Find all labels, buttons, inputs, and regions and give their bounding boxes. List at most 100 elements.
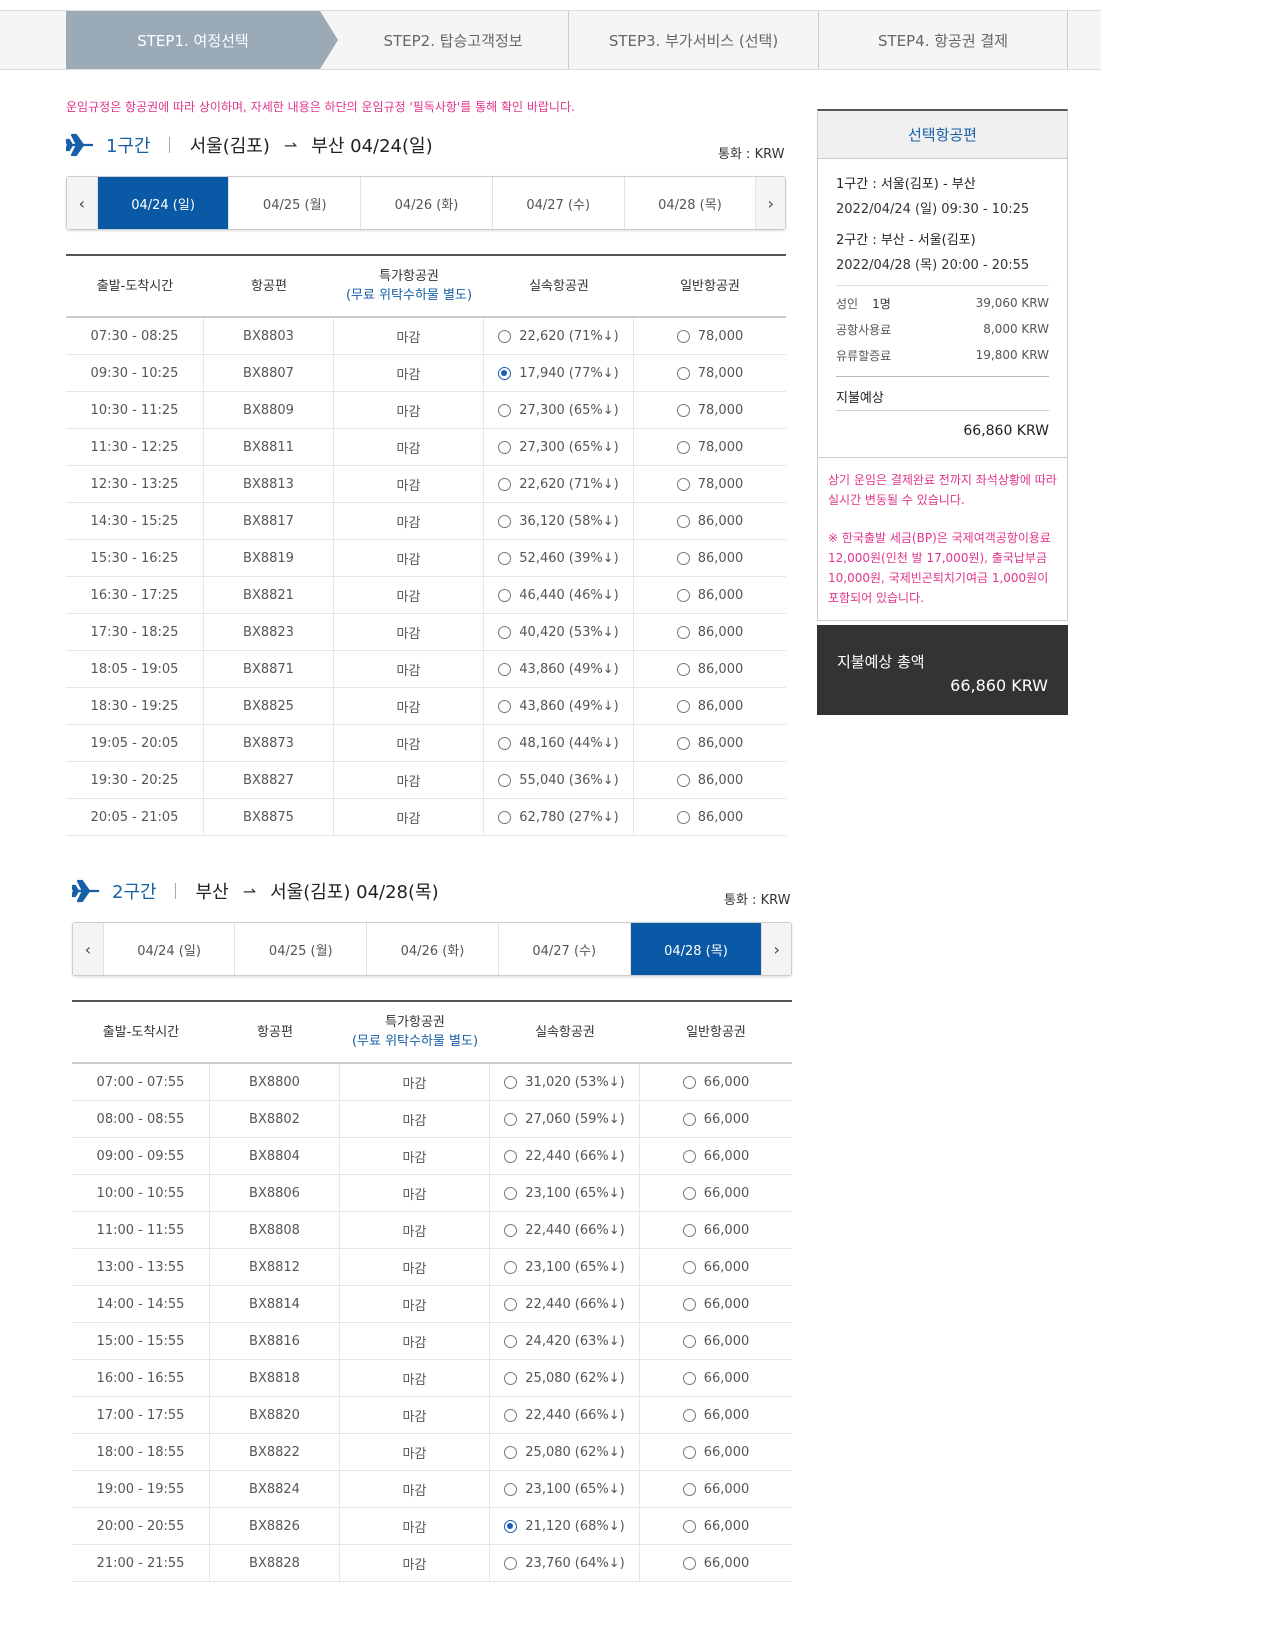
normal-fare-option[interactable]: 86,000	[676, 551, 743, 566]
prev-date-button[interactable]: ‹	[73, 923, 103, 975]
normal-fare-option[interactable]: 86,000	[676, 625, 743, 640]
cell-normal[interactable]: 86,000	[634, 725, 786, 761]
radio-button[interactable]	[504, 1556, 518, 1570]
radio-button[interactable]	[676, 625, 690, 639]
radio-button[interactable]	[498, 810, 512, 824]
saver-fare-option[interactable]: 52,460 (39%↓)	[498, 551, 619, 566]
cell-saver[interactable]: 22,440 (66%↓)	[490, 1138, 640, 1174]
cell-saver[interactable]: 22,440 (66%↓)	[490, 1212, 640, 1248]
radio-button[interactable]	[504, 1334, 518, 1348]
saver-fare-option[interactable]: 40,420 (53%↓)	[498, 625, 619, 640]
cell-saver[interactable]: 24,420 (63%↓)	[490, 1323, 640, 1359]
cell-saver[interactable]: 23,100 (65%↓)	[490, 1471, 640, 1507]
normal-fare-option[interactable]: 66,000	[682, 1334, 749, 1349]
cell-normal[interactable]: 86,000	[634, 799, 786, 835]
radio-button[interactable]	[682, 1149, 696, 1163]
radio-button[interactable]	[498, 329, 512, 343]
saver-fare-option[interactable]: 22,440 (66%↓)	[504, 1149, 625, 1164]
cell-saver[interactable]: 22,620 (71%↓)	[484, 318, 634, 354]
saver-fare-option[interactable]: 23,100 (65%↓)	[504, 1260, 625, 1275]
cell-normal[interactable]: 66,000	[640, 1434, 792, 1470]
radio-button[interactable]	[498, 403, 512, 417]
saver-fare-option[interactable]: 22,440 (66%↓)	[504, 1297, 625, 1312]
cell-saver[interactable]: 40,420 (53%↓)	[484, 614, 634, 650]
cell-normal[interactable]: 86,000	[634, 614, 786, 650]
radio-button[interactable]	[682, 1297, 696, 1311]
next-date-button[interactable]: ›	[755, 177, 786, 229]
cell-normal[interactable]: 66,000	[640, 1212, 792, 1248]
date-tab[interactable]: 04/24 (일)	[96, 177, 229, 229]
radio-button[interactable]	[676, 551, 690, 565]
cell-normal[interactable]: 66,000	[640, 1471, 792, 1507]
radio-button[interactable]	[504, 1408, 518, 1422]
saver-fare-option[interactable]: 27,060 (59%↓)	[504, 1112, 625, 1127]
saver-fare-option[interactable]: 23,100 (65%↓)	[504, 1482, 625, 1497]
saver-fare-option[interactable]: 22,620 (71%↓)	[498, 329, 619, 344]
cell-saver[interactable]: 48,160 (44%↓)	[484, 725, 634, 761]
normal-fare-option[interactable]: 86,000	[676, 662, 743, 677]
cell-saver[interactable]: 52,460 (39%↓)	[484, 540, 634, 576]
radio-button[interactable]	[504, 1149, 518, 1163]
saver-fare-option[interactable]: 31,020 (53%↓)	[504, 1075, 625, 1090]
normal-fare-option[interactable]: 78,000	[676, 366, 743, 381]
normal-fare-option[interactable]: 66,000	[682, 1371, 749, 1386]
cell-normal[interactable]: 66,000	[640, 1545, 792, 1581]
cell-normal[interactable]: 78,000	[634, 355, 786, 391]
cell-saver[interactable]: 43,860 (49%↓)	[484, 688, 634, 724]
radio-button[interactable]	[498, 662, 512, 676]
radio-button[interactable]	[682, 1334, 696, 1348]
normal-fare-option[interactable]: 66,000	[682, 1112, 749, 1127]
radio-button[interactable]	[682, 1075, 696, 1089]
date-tab[interactable]: 04/26 (화)	[360, 177, 492, 229]
radio-button[interactable]	[682, 1371, 696, 1385]
cell-saver[interactable]: 22,440 (66%↓)	[490, 1397, 640, 1433]
radio-button[interactable]	[676, 329, 690, 343]
normal-fare-option[interactable]: 86,000	[676, 699, 743, 714]
cell-saver[interactable]: 27,300 (65%↓)	[484, 429, 634, 465]
saver-fare-option[interactable]: 48,160 (44%↓)	[498, 736, 619, 751]
cell-normal[interactable]: 66,000	[640, 1138, 792, 1174]
saver-fare-option[interactable]: 23,760 (64%↓)	[504, 1556, 625, 1571]
date-tab[interactable]: 04/25 (월)	[234, 923, 366, 975]
saver-fare-option[interactable]: 43,860 (49%↓)	[498, 662, 619, 677]
date-tab[interactable]: 04/28 (목)	[629, 923, 762, 975]
normal-fare-option[interactable]: 66,000	[682, 1260, 749, 1275]
radio-button[interactable]	[676, 477, 690, 491]
cell-saver[interactable]: 46,440 (46%↓)	[484, 577, 634, 613]
normal-fare-option[interactable]: 66,000	[682, 1149, 749, 1164]
cell-saver[interactable]: 23,760 (64%↓)	[490, 1545, 640, 1581]
next-date-button[interactable]: ›	[761, 923, 792, 975]
cell-saver[interactable]: 22,440 (66%↓)	[490, 1286, 640, 1322]
date-tab[interactable]: 04/28 (목)	[623, 177, 756, 229]
radio-button[interactable]	[682, 1482, 696, 1496]
cell-saver[interactable]: 23,100 (65%↓)	[490, 1249, 640, 1285]
saver-fare-option[interactable]: 62,780 (27%↓)	[498, 810, 619, 825]
cell-normal[interactable]: 78,000	[634, 466, 786, 502]
normal-fare-option[interactable]: 86,000	[676, 588, 743, 603]
radio-button[interactable]	[682, 1223, 696, 1237]
normal-fare-option[interactable]: 66,000	[682, 1223, 749, 1238]
normal-fare-option[interactable]: 66,000	[682, 1186, 749, 1201]
saver-fare-option[interactable]: 23,100 (65%↓)	[504, 1186, 625, 1201]
normal-fare-option[interactable]: 86,000	[676, 736, 743, 751]
radio-button[interactable]	[676, 736, 690, 750]
cell-normal[interactable]: 78,000	[634, 429, 786, 465]
radio-button[interactable]	[504, 1371, 518, 1385]
radio-button[interactable]	[676, 366, 690, 380]
cell-saver[interactable]: 21,120 (68%↓)	[490, 1508, 640, 1544]
normal-fare-option[interactable]: 78,000	[676, 403, 743, 418]
normal-fare-option[interactable]: 86,000	[676, 773, 743, 788]
radio-button[interactable]	[676, 773, 690, 787]
cell-saver[interactable]: 23,100 (65%↓)	[490, 1175, 640, 1211]
cell-saver[interactable]: 27,300 (65%↓)	[484, 392, 634, 428]
prev-date-button[interactable]: ‹	[67, 177, 97, 229]
radio-button[interactable]	[498, 625, 512, 639]
radio-button[interactable]	[676, 440, 690, 454]
radio-button[interactable]	[504, 1482, 518, 1496]
cell-normal[interactable]: 66,000	[640, 1175, 792, 1211]
cell-saver[interactable]: 62,780 (27%↓)	[484, 799, 634, 835]
radio-button[interactable]	[682, 1445, 696, 1459]
date-tab[interactable]: 04/25 (월)	[228, 177, 360, 229]
normal-fare-option[interactable]: 78,000	[676, 329, 743, 344]
cell-normal[interactable]: 66,000	[640, 1249, 792, 1285]
